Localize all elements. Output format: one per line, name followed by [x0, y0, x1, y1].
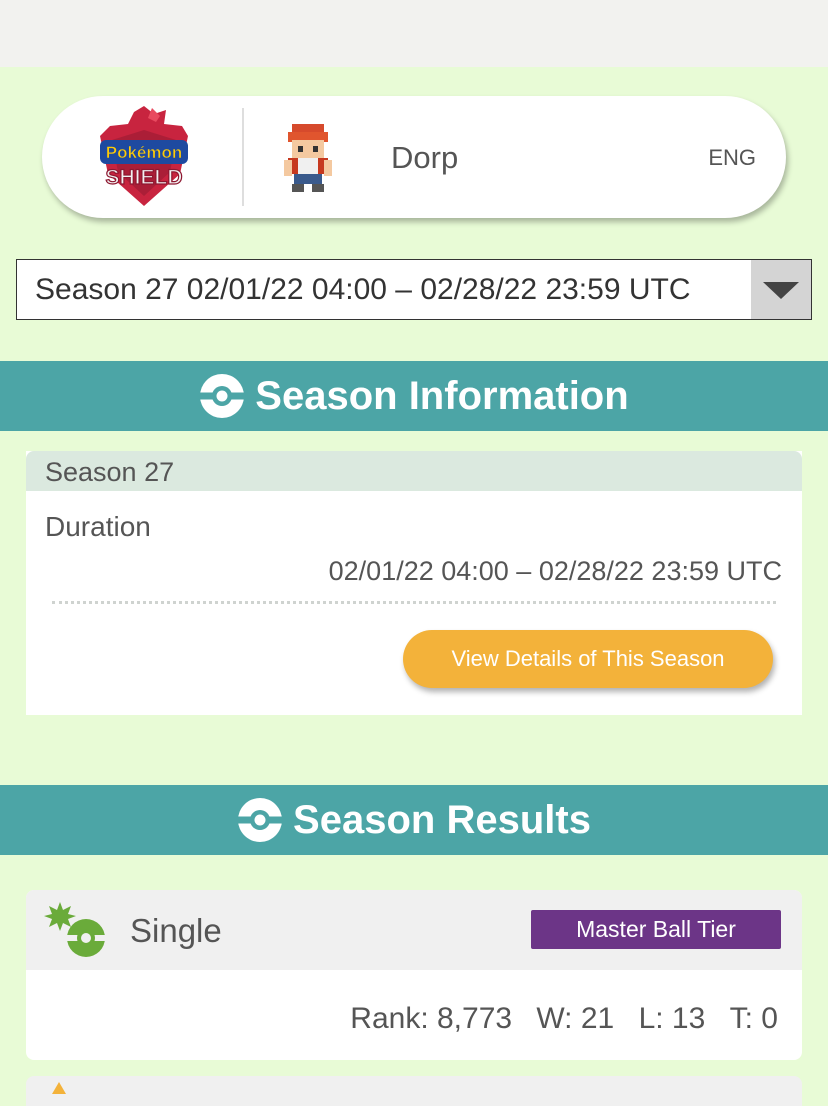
double-battle-result-card[interactable] — [26, 1076, 802, 1106]
language-switch[interactable]: ENG — [708, 145, 756, 171]
season-information-header: Season Information — [0, 361, 828, 431]
dotted-divider — [52, 601, 776, 604]
double-battle-icon — [52, 1082, 66, 1094]
result-card-header: Single Master Ball Tier — [26, 890, 802, 970]
poke-ball-icon — [200, 374, 245, 418]
trainer-name: Dorp — [391, 140, 459, 175]
season-results-header: Season Results — [0, 785, 828, 855]
dropdown-arrow-icon — [763, 282, 799, 299]
profile-divider — [242, 108, 244, 206]
view-season-details-button[interactable]: View Details of This Season — [403, 630, 773, 688]
battle-type-label: Single — [130, 912, 222, 949]
season-select-value: Season 27 02/01/22 04:00 – 02/28/22 23:5… — [35, 273, 691, 306]
wins-value: W: 21 — [536, 1002, 615, 1035]
battle-stats: Rank: 8,773 W: 21 L: 13 T: 0 — [334, 1002, 778, 1036]
pokemon-shield-logo: Pokémon SHIELD — [100, 106, 188, 206]
season-results-title: Season Results — [293, 797, 591, 842]
season-information-title: Season Information — [255, 373, 629, 418]
single-battle-result-card[interactable]: Single Master Ball Tier Rank: 8,773 W: 2… — [26, 890, 802, 1060]
svg-text:Pokémon: Pokémon — [106, 143, 183, 162]
single-battle-icon — [44, 902, 106, 957]
poke-ball-icon — [238, 798, 283, 842]
trainer-avatar — [284, 124, 332, 192]
trainer-profile-card: Pokémon SHIELD Dorp ENG — [42, 96, 786, 218]
season-card-header: Season 27 — [26, 451, 802, 491]
svg-text:SHIELD: SHIELD — [105, 166, 182, 189]
season-select-toggle[interactable] — [751, 260, 811, 319]
duration-value: 02/01/22 04:00 – 02/28/22 23:59 UTC — [328, 556, 782, 586]
duration-label: Duration — [45, 511, 151, 542]
top-status-bar — [0, 0, 828, 67]
season-select[interactable]: Season 27 02/01/22 04:00 – 02/28/22 23:5… — [16, 259, 812, 320]
ties-value: T: 0 — [729, 1002, 778, 1035]
tier-badge: Master Ball Tier — [531, 910, 781, 949]
season-information-card: Season 27 Duration 02/01/22 04:00 – 02/2… — [26, 451, 802, 715]
season-label: Season 27 — [45, 457, 175, 487]
rank-value: Rank: 8,773 — [350, 1002, 513, 1035]
losses-value: L: 13 — [638, 1002, 706, 1035]
